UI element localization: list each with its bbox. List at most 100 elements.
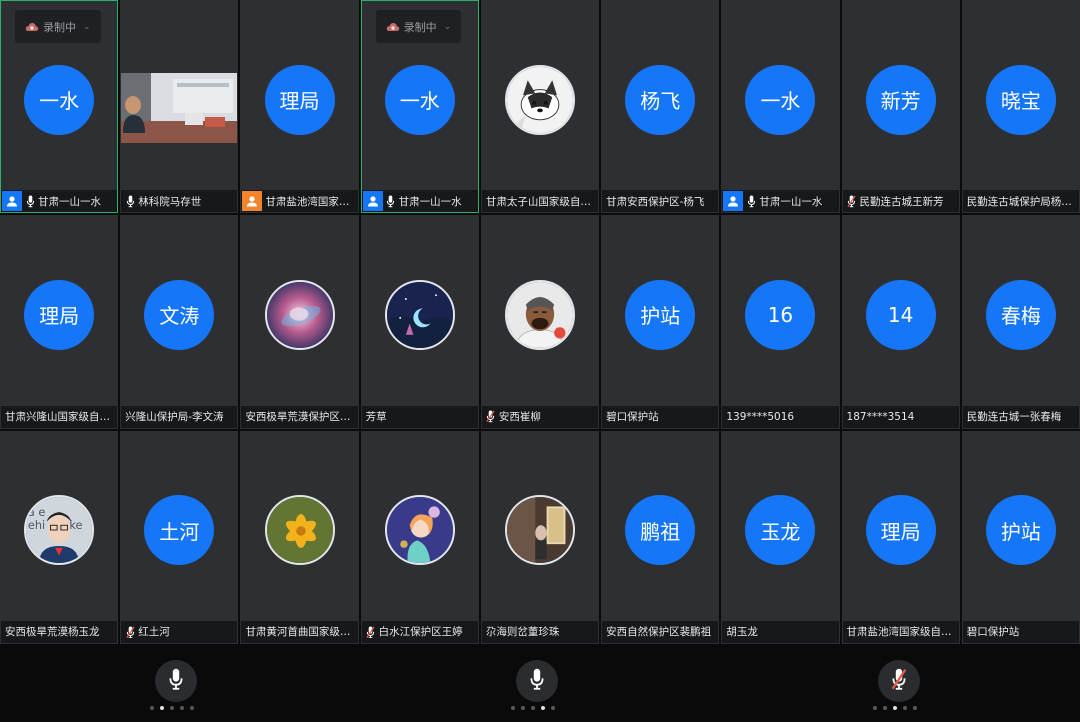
avatar-image <box>504 279 575 350</box>
participant-tile[interactable]: 春梅 民勤连古城一张春梅 <box>961 215 1080 429</box>
participant-name: 甘肃兴隆山国家级自… <box>5 411 110 424</box>
avatar-image <box>264 279 335 350</box>
mic-muted-icon <box>486 410 496 424</box>
participant-tile[interactable]: 甘肃黄河首曲国家级… <box>240 430 359 644</box>
mic-muted-icon <box>366 625 376 639</box>
participant-tile[interactable]: 录制中 ⌄ 一水 甘肃一山一水 <box>360 0 479 214</box>
participant-tile[interactable]: 玉龙 胡玉龙 <box>721 430 840 644</box>
participant-tile[interactable]: 芳草 <box>360 215 479 429</box>
chevron-down-icon: ⌄ <box>83 21 91 32</box>
mic-button-2[interactable] <box>516 660 558 702</box>
participant-name: 尕海则岔董珍珠 <box>485 626 560 639</box>
avatar-text: 玉龙 <box>760 519 801 544</box>
avatar-text: 土河 <box>159 519 200 544</box>
participant-name-bar: 安西自然保护区裴鹏祖 <box>602 620 719 643</box>
avatar-image <box>504 64 575 135</box>
avatar: 一水 <box>384 64 455 135</box>
participant-name-bar: 甘肃一山一水 <box>722 190 839 213</box>
participant-tile[interactable]: 新芳 民勤连古城王新芳 <box>841 0 960 214</box>
participant-tile[interactable]: 护站 碧口保护站 <box>961 430 1080 644</box>
participant-tile[interactable]: 甘肃太子山国家级自… <box>480 0 600 214</box>
participant-tile[interactable]: 尕海则岔董珍珠 <box>480 430 600 644</box>
page-indicator[interactable] <box>873 706 917 710</box>
participant-name: 甘肃安西保护区-杨飞 <box>606 195 705 208</box>
participant-name-bar: 安西极旱荒漠杨玉龙 <box>1 620 118 643</box>
participant-name: 民勤连古城一张春梅 <box>966 411 1062 424</box>
cloud-record-icon <box>25 22 39 32</box>
participant-name-bar: 甘肃太子山国家级自… <box>481 190 599 213</box>
video-feed <box>121 73 238 143</box>
page-dot[interactable] <box>150 706 154 710</box>
mic-icon <box>529 668 545 694</box>
recording-label: 录制中 <box>403 20 437 34</box>
avatar-text: 16 <box>767 302 794 327</box>
participant-name-bar: 民勤连古城王新芳 <box>842 190 959 213</box>
participant-tile[interactable]: 鹏祖安西自然保护区裴鹏祖 <box>601 430 720 644</box>
participant-tile[interactable]: 文涛 兴隆山保护局-李文涛 <box>120 215 239 429</box>
participant-tile[interactable]: 14 187****3514 <box>841 215 960 429</box>
avatar-text: 14 <box>887 302 914 327</box>
participant-name-bar: 林科院马存世 <box>121 190 238 213</box>
mic-icon <box>25 194 35 208</box>
participant-tile[interactable]: 理局 甘肃兴隆山国家级自… <box>0 215 119 429</box>
avatar-image <box>264 495 335 566</box>
page-dot[interactable] <box>180 706 184 710</box>
page-indicator[interactable] <box>150 706 194 710</box>
page-dot[interactable] <box>913 706 917 710</box>
participant-name-bar: 碧口保护站 <box>962 620 1079 643</box>
participant-tile[interactable]: 一水 甘肃一山一水 <box>721 0 840 214</box>
participant-name-bar: 甘肃盐池湾国家级自… <box>842 620 959 643</box>
participant-tile[interactable]: 杨飞 甘肃安西保护区-杨飞 <box>601 0 720 214</box>
participant-tile[interactable]: a e ehi ke 安西极旱荒漠杨玉龙 <box>0 430 119 644</box>
page-dot[interactable] <box>190 706 194 710</box>
avatar: 护站 <box>625 279 696 350</box>
recording-indicator[interactable]: 录制中 ⌄ <box>15 10 101 43</box>
recording-indicator[interactable]: 录制中 ⌄ <box>375 10 462 43</box>
avatar-text: 理局 <box>880 519 921 544</box>
page-dot[interactable] <box>160 706 164 710</box>
participant-tile[interactable]: 晓宝 民勤连古城保护局杨… <box>961 0 1080 214</box>
avatar: 鹏祖 <box>625 495 696 566</box>
svg-text:a e: a e <box>28 506 46 519</box>
bottom-toolbar <box>0 644 1080 722</box>
participant-tile[interactable]: 白水江保护区王婷 <box>360 430 479 644</box>
cloud-record-icon <box>386 22 400 32</box>
mic-button-3[interactable] <box>878 660 920 702</box>
participant-name-bar: 芳草 <box>361 405 478 428</box>
participant-tile[interactable]: 16 139****5016 <box>721 215 840 429</box>
page-dot[interactable] <box>511 706 515 710</box>
participant-tile[interactable]: 林科院马存世 <box>120 0 239 214</box>
page-dot[interactable] <box>541 706 545 710</box>
participant-name: 碧口保护站 <box>606 411 659 424</box>
participant-tile[interactable]: 安西崔柳 <box>480 215 600 429</box>
recording-label: 录制中 <box>43 20 76 34</box>
page-dot[interactable] <box>531 706 535 710</box>
page-dot[interactable] <box>883 706 887 710</box>
participant-tile[interactable]: 土河 红土河 <box>120 430 239 644</box>
page-dot[interactable] <box>551 706 555 710</box>
participant-tile[interactable]: 理局 甘肃盐池湾国家… <box>240 0 359 214</box>
avatar-text: 鹏祖 <box>640 519 681 544</box>
page-dot[interactable] <box>170 706 174 710</box>
page-dot[interactable] <box>903 706 907 710</box>
avatar: 理局 <box>865 495 936 566</box>
mic-button-1[interactable] <box>155 660 197 702</box>
participant-tile[interactable]: 录制中 ⌄ 一水 甘肃一山一水 <box>0 0 119 214</box>
page-dot[interactable] <box>521 706 525 710</box>
participant-name-bar: 碧口保护站 <box>602 405 719 428</box>
participant-name: 安西自然保护区裴鹏祖 <box>606 626 712 639</box>
page-indicator[interactable] <box>511 706 555 710</box>
page-dot[interactable] <box>893 706 897 710</box>
participant-tile[interactable]: 安西极旱荒漠保护区… <box>240 215 359 429</box>
participant-name: 民勤连古城王新芳 <box>859 195 944 208</box>
avatar-image <box>384 495 455 566</box>
participant-name: 安西极旱荒漠杨玉龙 <box>5 626 100 639</box>
avatar: 新芳 <box>865 64 936 135</box>
svg-text:ehi: ehi <box>28 519 45 532</box>
participant-tile[interactable]: 护站碧口保护站 <box>601 215 720 429</box>
avatar-text: 晓宝 <box>1000 89 1041 114</box>
page-dot[interactable] <box>873 706 877 710</box>
avatar: 玉龙 <box>745 495 816 566</box>
participant-tile[interactable]: 理局甘肃盐池湾国家级自… <box>841 430 960 644</box>
avatar-text: 理局 <box>279 89 320 114</box>
